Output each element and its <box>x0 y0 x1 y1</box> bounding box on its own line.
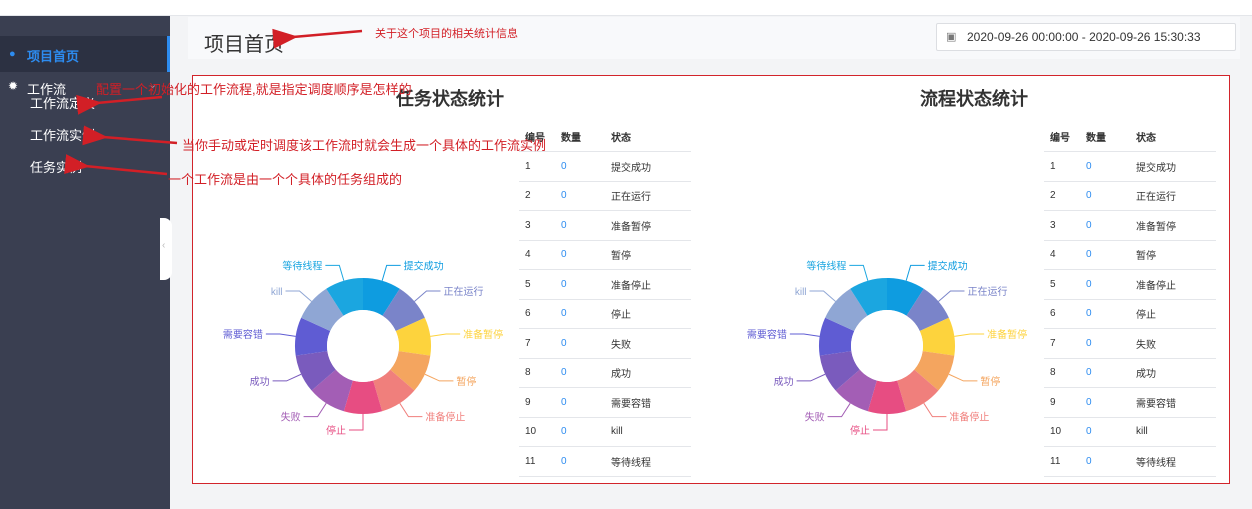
annotation-arrows <box>64 28 363 176</box>
arrow-to-task <box>64 154 168 176</box>
arrow-to-title <box>272 28 363 49</box>
annotation-title-note: 关于这个项目的相关统计信息 <box>375 28 518 40</box>
arrow-to-instance <box>82 125 178 146</box>
annotation-definition-note: 配置一个初始化的工作流程,就是指定调度顺序是怎样的 <box>96 82 412 97</box>
annotation-task-note: 一个工作流是由一个个具体的任务组成的 <box>168 172 403 187</box>
annotation-instance-note: 当你手动或定时调度该工作流时就会生成一个具体的工作流实例 <box>182 138 547 153</box>
